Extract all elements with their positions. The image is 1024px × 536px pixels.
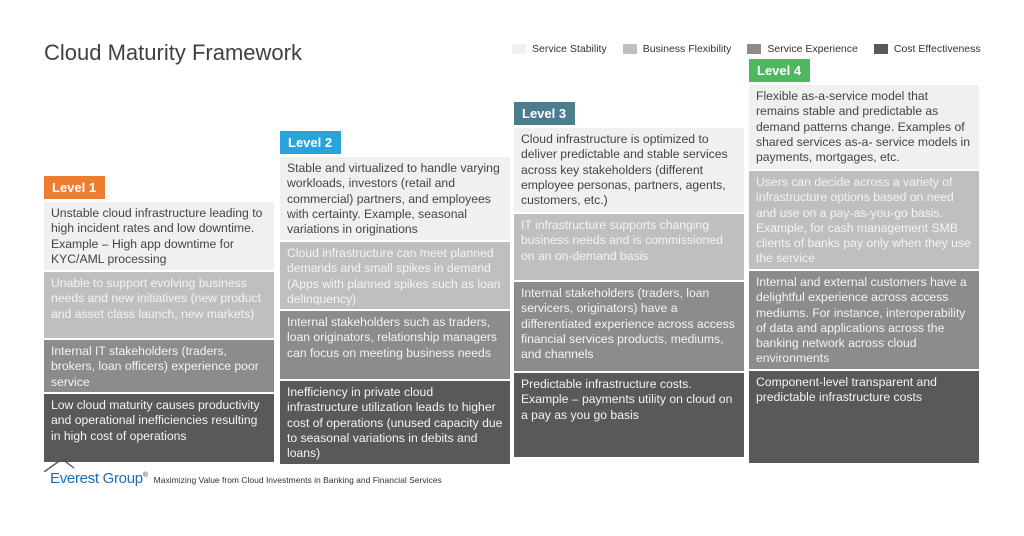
everest-group-logo: Everest Group®	[44, 458, 148, 487]
level-3-business-flexibility: IT infrastructure supports changing busi…	[514, 214, 744, 282]
level-4-cost-effectiveness: Component-level transparent and predicta…	[749, 371, 979, 465]
level-2-service-experience: Internal stakeholders such as traders, l…	[280, 311, 510, 381]
level-1-service-stability: Unstable cloud infrastructure leading to…	[44, 202, 274, 272]
legend-label: Cost Effectiveness	[893, 43, 981, 55]
page-title: Cloud Maturity Framework	[44, 40, 302, 65]
footer: Everest Group® Maximizing Value from Clo…	[44, 458, 442, 487]
registered-mark: ®	[142, 472, 148, 479]
mountain-icon	[44, 458, 75, 472]
legend-swatch	[873, 44, 888, 54]
legend-item-service-stability: Service Stability	[512, 43, 607, 55]
level-4-badge: Level 4	[749, 59, 811, 82]
level-2-column: Level 2 Stable and virtualized to handle…	[280, 131, 510, 466]
level-1-business-flexibility: Unable to support evolving business need…	[44, 272, 274, 340]
brand-name: Everest Group	[50, 470, 143, 487]
level-3-badge: Level 3	[514, 102, 576, 125]
level-1-cost-effectiveness: Low cloud maturity causes productivity a…	[44, 394, 274, 464]
level-4-column: Level 4 Flexible as-a-service model that…	[749, 59, 979, 465]
level-2-badge: Level 2	[280, 131, 342, 154]
legend-label: Service Experience	[767, 43, 858, 55]
legend-item-cost-effectiveness: Cost Effectiveness	[873, 43, 981, 55]
legend-swatch	[622, 44, 637, 54]
legend-label: Business Flexibility	[642, 43, 732, 55]
level-1-column: Level 1 Unstable cloud infrastructure le…	[44, 176, 274, 464]
level-3-service-experience: Internal stakeholders (traders, loan ser…	[514, 282, 744, 373]
level-2-business-flexibility: Cloud infrastructure can meet planned de…	[280, 242, 510, 311]
level-4-service-experience: Internal and external customers have a d…	[749, 271, 979, 371]
legend: Service Stability Business Flexibility S…	[512, 43, 997, 55]
level-3-service-stability: Cloud infrastructure is optimized to del…	[514, 128, 744, 214]
legend-item-business-flexibility: Business Flexibility	[622, 43, 732, 55]
level-3-cost-effectiveness: Predictable infrastructure costs. Exampl…	[514, 373, 744, 459]
level-2-cost-effectiveness: Inefficiency in private cloud infrastruc…	[280, 381, 510, 466]
legend-swatch	[747, 44, 762, 54]
footer-caption: Maximizing Value from Cloud Investments …	[153, 475, 442, 485]
legend-label: Service Stability	[532, 43, 607, 55]
level-1-service-experience: Internal IT stakeholders (traders, broke…	[44, 340, 274, 394]
level-3-column: Level 3 Cloud infrastructure is optimize…	[514, 102, 744, 459]
level-1-badge: Level 1	[44, 176, 106, 199]
level-4-business-flexibility: Users can decide across a variety of inf…	[749, 171, 979, 271]
level-4-service-stability: Flexible as-a-service model that remains…	[749, 85, 979, 171]
legend-swatch	[512, 44, 526, 54]
legend-item-service-experience: Service Experience	[747, 43, 858, 55]
level-2-service-stability: Stable and virtualized to handle varying…	[280, 157, 510, 242]
